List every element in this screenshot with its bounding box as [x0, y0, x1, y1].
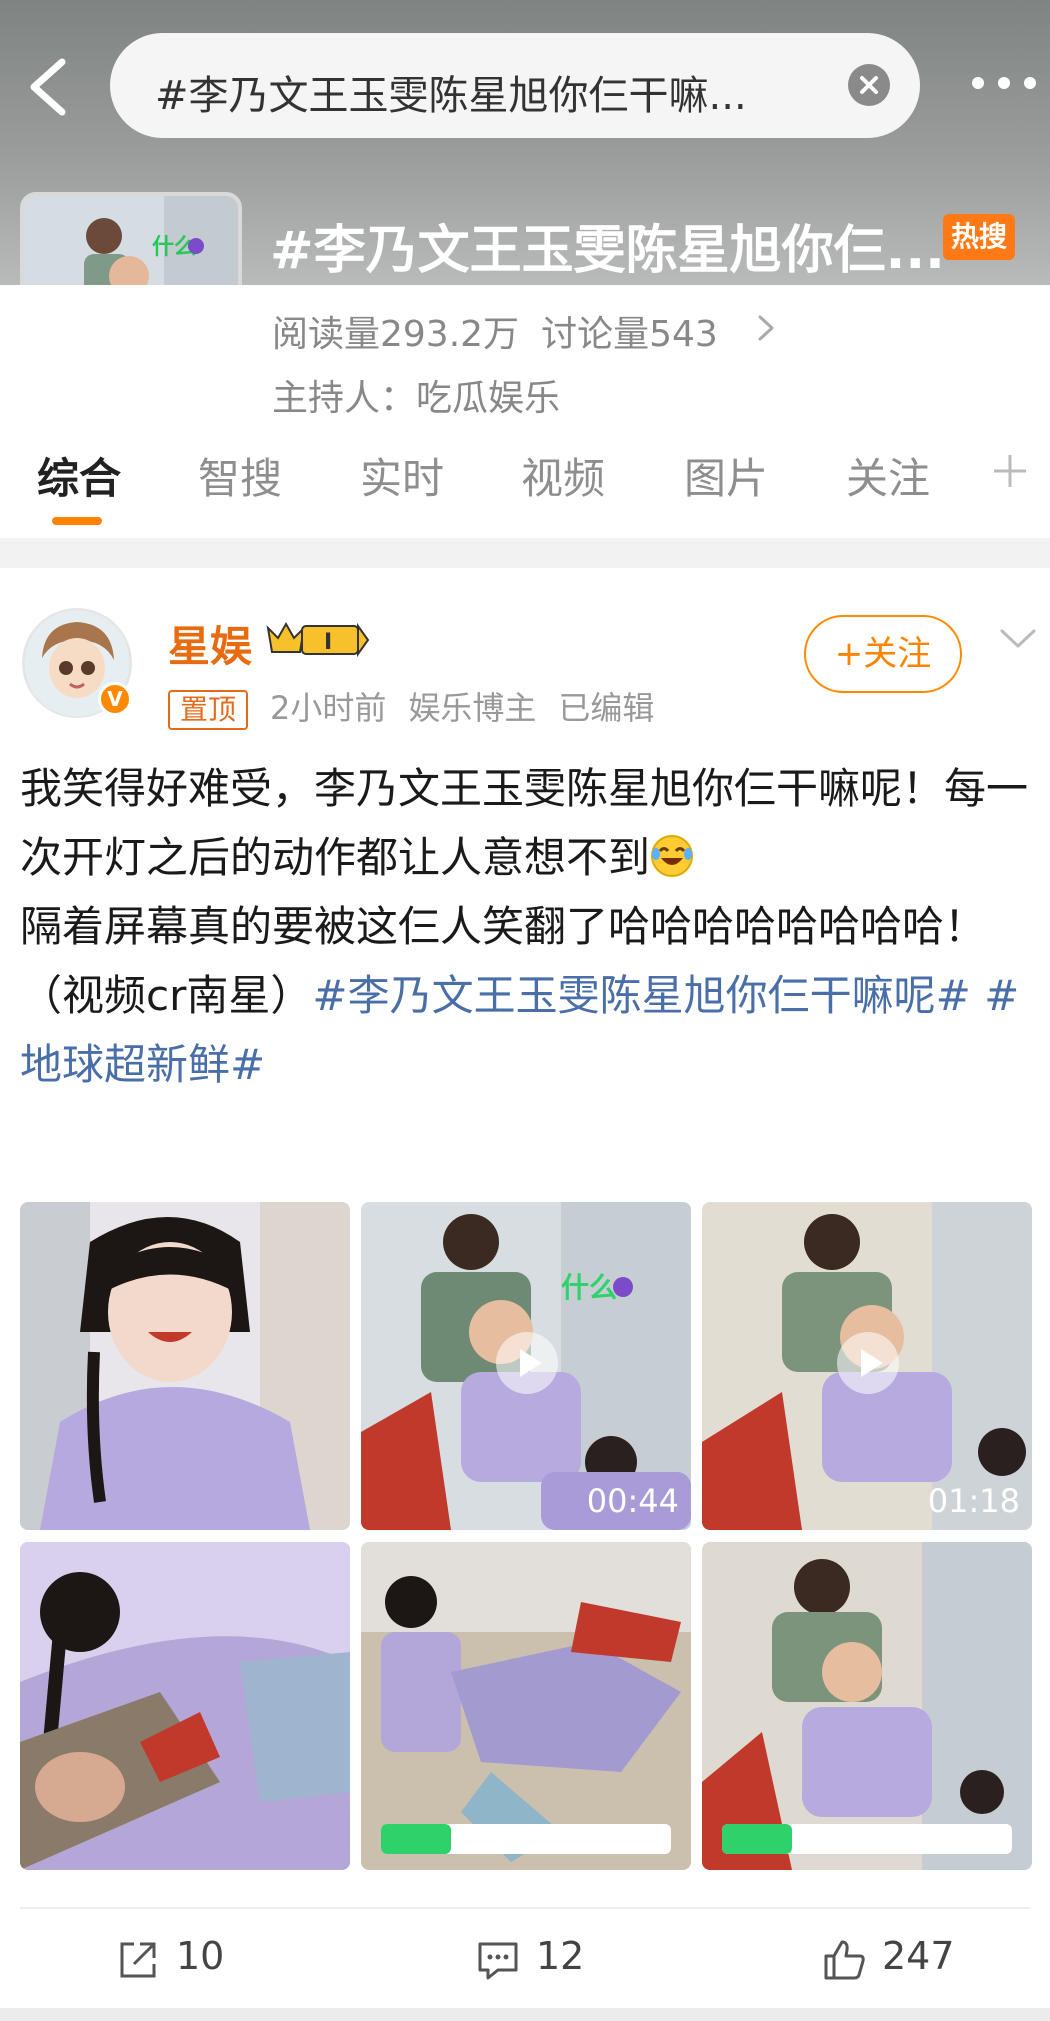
repost-count: 10: [176, 1934, 225, 1978]
topic-stats[interactable]: 阅读量293.2万 讨论量543: [272, 305, 740, 357]
topic-host: 主持人：吃瓜娱乐: [272, 378, 561, 419]
post-text-part3: （视频cr南星）: [20, 971, 313, 1020]
plus-icon[interactable]: [990, 451, 1030, 491]
svg-text:什么: 什么: [561, 1271, 617, 1304]
comment-icon: [478, 1942, 518, 1980]
active-tab-indicator: [52, 517, 102, 525]
tab-following[interactable]: 关注: [846, 445, 930, 506]
divider: [20, 1907, 1030, 1909]
image-grid: 什么 00:44 01:18: [20, 1202, 1032, 1872]
back-icon[interactable]: [22, 52, 82, 122]
tab-bar: 综合 智搜 实时 视频 图片 关注: [0, 445, 1050, 540]
bottom-divider: [0, 2008, 1050, 2021]
vip-badge-icon[interactable]: I: [262, 618, 372, 662]
post-image-4[interactable]: [702, 1542, 1032, 1870]
tab-smart-search[interactable]: 智搜: [198, 445, 282, 506]
post-body: 我笑得好难受，李乃文王玉雯陈星旭你仨干嘛呢！每一次开灯之后的动作都让人意想不到 …: [20, 754, 1035, 1099]
author-name[interactable]: 星娱: [168, 613, 252, 674]
topic-title: #李乃文王玉雯陈星旭你仨...: [270, 221, 945, 281]
svg-text:I: I: [324, 630, 332, 655]
tab-images[interactable]: 图片: [684, 445, 768, 506]
edited-label: 已编辑: [558, 689, 655, 727]
section-divider: [0, 538, 1050, 568]
pinned-tag: 置顶: [168, 690, 249, 730]
video-duration: 01:18: [927, 1482, 1020, 1520]
more-icon[interactable]: [972, 73, 1036, 93]
post-meta: 置顶 2小时前 娱乐博主 已编辑: [168, 683, 676, 730]
verified-icon: V: [98, 682, 132, 716]
laughing-emoji-icon: [651, 835, 694, 877]
search-bar[interactable]: #李乃文王玉雯陈星旭你仨干嘛...: [110, 33, 920, 138]
post-video-2[interactable]: 01:18: [702, 1202, 1032, 1530]
post-text-part2: 隔着屏幕真的要被这仨人笑翻了哈哈哈哈哈哈哈哈！: [20, 902, 987, 951]
post-image-2[interactable]: [20, 1542, 350, 1870]
play-icon[interactable]: [837, 1332, 899, 1394]
tab-comprehensive[interactable]: 综合: [37, 445, 121, 506]
hot-badge: 热搜: [943, 214, 1015, 260]
like-count: 247: [882, 1934, 955, 1978]
tab-realtime[interactable]: 实时: [360, 445, 444, 506]
post-image-1[interactable]: [20, 1202, 350, 1530]
read-count: 阅读量293.2万: [272, 314, 520, 355]
topic-header: #李乃文王玉雯陈星旭你仨干嘛... 什么 #李乃文王玉雯陈星旭你仨... 热搜: [0, 0, 1050, 414]
tab-video[interactable]: 视频: [521, 445, 605, 506]
hashtag-link[interactable]: #李乃文王玉雯陈星旭你仨干嘛呢#: [312, 971, 970, 1020]
follow-button[interactable]: +关注: [804, 615, 962, 693]
post-text-part1: 我笑得好难受，李乃文王玉雯陈星旭你仨干嘛呢！每一次开灯之后的动作都让人意想不到: [20, 764, 1029, 882]
topic-info: 阅读量293.2万 讨论量543 主持人：吃瓜娱乐 综合 智搜 实时 视频 图片 …: [0, 285, 1050, 540]
clear-icon[interactable]: [848, 64, 890, 106]
video-duration: 00:44: [586, 1482, 679, 1520]
post-video-1[interactable]: 什么 00:44: [361, 1202, 691, 1530]
chevron-down-icon[interactable]: [998, 626, 1038, 652]
discussion-count: 讨论量543: [541, 314, 718, 355]
chevron-right-icon[interactable]: [754, 313, 778, 343]
author-role: 娱乐博主: [408, 689, 537, 727]
comment-count: 12: [536, 1934, 585, 1978]
like-icon: [824, 1940, 865, 1980]
play-icon[interactable]: [496, 1332, 558, 1394]
search-query[interactable]: #李乃文王玉雯陈星旭你仨干嘛...: [155, 63, 747, 121]
repost-icon: [120, 1942, 156, 1978]
post-time: 2小时前: [270, 689, 387, 727]
post-image-3[interactable]: [361, 1542, 691, 1870]
